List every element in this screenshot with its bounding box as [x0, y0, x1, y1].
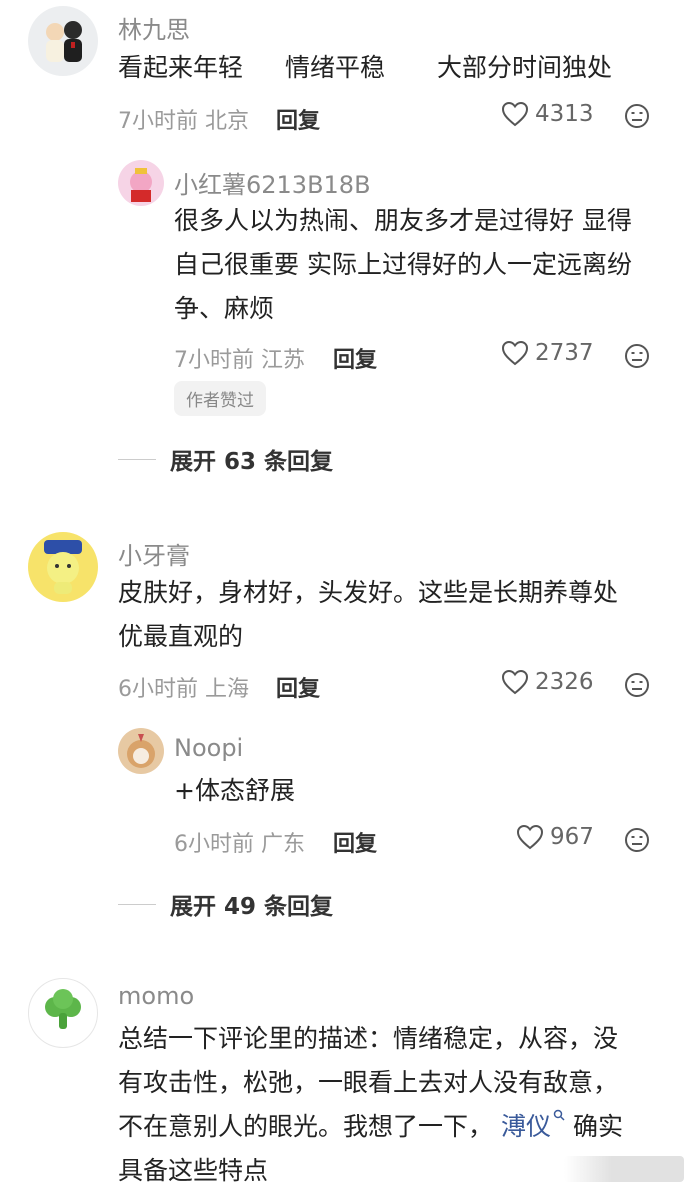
like-count: 4313	[535, 101, 594, 127]
comment-text-part: 不在意别人的眼光。我想了一下，	[118, 1112, 494, 1141]
avatar[interactable]	[118, 160, 164, 206]
reply-button[interactable]: 回复	[333, 826, 377, 858]
comment-text: 看起来年轻 情绪平稳 大部分时间独处	[118, 46, 678, 90]
divider	[118, 903, 156, 905]
expand-replies-label: 展开 49 条回复	[170, 894, 334, 920]
timestamp: 6小时前	[174, 832, 254, 857]
comment-text: 皮肤好，身材好，头发好。这些是长期养尊处 优最直观的	[118, 571, 678, 659]
timestamp: 7小时前	[118, 109, 198, 134]
expand-replies-label: 展开 63 条回复	[170, 449, 334, 475]
comment-text-part: 看起来年轻	[118, 53, 244, 82]
username[interactable]: 小红薯6213B18B	[174, 165, 371, 200]
avatar[interactable]	[28, 6, 98, 76]
reply-button[interactable]: 回复	[276, 103, 320, 135]
comment-text-part: 情绪平稳	[285, 53, 386, 82]
like-button[interactable]: 967	[516, 824, 594, 850]
comment-meta: 6小时前 上海	[118, 671, 249, 703]
avatar[interactable]	[28, 532, 98, 602]
reply-text-line: 很多人以为热闹、朋友多才是过得好 显得	[174, 206, 632, 235]
like-button[interactable]: 4313	[501, 101, 594, 127]
reply-meta: 6小时前 广东	[174, 826, 305, 858]
comment-meta: 7小时前 北京	[118, 103, 249, 135]
dislike-icon[interactable]	[624, 672, 650, 698]
location: 江苏	[261, 348, 306, 373]
comment-text-line: 不在意别人的眼光。我想了一下， 溥仪 确实	[118, 1105, 678, 1149]
comment-text-part: 确实	[572, 1112, 623, 1141]
reply-button[interactable]: 回复	[333, 342, 377, 374]
username[interactable]: 林九思	[118, 10, 190, 45]
comment-text-line: 总结一下评论里的描述：情绪稳定，从容，没	[118, 1024, 619, 1053]
heart-icon	[516, 824, 544, 850]
reply-text: 很多人以为热闹、朋友多才是过得好 显得 自己很重要 实际上过得好的人一定远离纷 …	[174, 199, 674, 331]
topic-link[interactable]: 溥仪	[500, 1109, 565, 1141]
like-count: 2737	[535, 340, 594, 366]
divider	[118, 458, 156, 460]
like-button[interactable]: 2737	[501, 340, 594, 366]
like-count: 967	[550, 824, 594, 850]
timestamp: 7小时前	[174, 348, 254, 373]
username[interactable]: 小牙膏	[118, 536, 190, 571]
location: 北京	[205, 109, 250, 134]
avatar[interactable]	[28, 978, 98, 1048]
heart-icon	[501, 340, 529, 366]
expand-replies-button[interactable]: 展开 49 条回复	[118, 887, 333, 921]
expand-replies-button[interactable]: 展开 63 条回复	[118, 442, 333, 476]
heart-icon	[501, 669, 529, 695]
location: 广东	[261, 832, 306, 857]
like-button[interactable]: 2326	[501, 669, 594, 695]
reply-text: +体态舒展	[174, 769, 674, 813]
comment-text-line: 有攻击性，松弛，一眼看上去对人没有敌意，	[118, 1068, 619, 1097]
dislike-icon[interactable]	[624, 343, 650, 369]
comment-text-part: 大部分时间独处	[437, 53, 613, 82]
reply-text-line: 争、麻烦	[174, 294, 275, 323]
reply-button[interactable]: 回复	[276, 671, 320, 703]
reply-text-line: +体态舒展	[174, 776, 295, 805]
avatar[interactable]	[118, 728, 164, 774]
comment-text-line: 皮肤好，身材好，头发好。这些是长期养尊处	[118, 578, 619, 607]
reply-meta: 7小时前 江苏	[174, 342, 305, 374]
dislike-icon[interactable]	[624, 103, 650, 129]
dislike-icon[interactable]	[624, 827, 650, 853]
reply-text-line: 自己很重要 实际上过得好的人一定远离纷	[174, 250, 632, 279]
topic-link-text: 溥仪	[500, 1112, 551, 1141]
heart-icon	[501, 101, 529, 127]
username[interactable]: momo	[118, 982, 194, 1010]
watermark	[564, 1156, 684, 1182]
location: 上海	[205, 677, 250, 702]
timestamp: 6小时前	[118, 677, 198, 702]
like-count: 2326	[535, 669, 594, 695]
search-icon	[553, 1109, 565, 1121]
comment-text-line: 优最直观的	[118, 622, 244, 651]
username[interactable]: Noopi	[174, 734, 243, 762]
author-liked-badge: 作者赞过	[174, 381, 266, 416]
